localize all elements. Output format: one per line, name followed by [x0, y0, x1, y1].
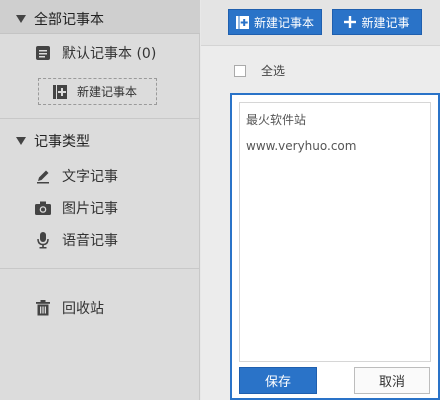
recycle-bin-label: 回收站 [62, 301, 104, 317]
collapse-triangle-icon [16, 15, 26, 23]
sidebar-item-voice-notes[interactable]: 语音记事 [34, 230, 118, 250]
new-note-button[interactable]: 新建记事 [332, 9, 422, 35]
all-notebooks-toggle[interactable]: 全部记事本 [16, 9, 104, 29]
plus-icon [344, 16, 357, 28]
note-line: www.veryhuo.com [246, 139, 357, 153]
voice-notes-label: 语音记事 [62, 233, 118, 249]
select-all-label: 全选 [261, 64, 286, 78]
sidebar-divider [0, 268, 200, 269]
note-types-label: 记事类型 [34, 134, 90, 150]
sidebar-item-image-notes[interactable]: 图片记事 [34, 198, 118, 218]
pencil-icon [34, 167, 52, 185]
note-line: 最火软件站 [246, 113, 307, 127]
note-types-toggle[interactable]: 记事类型 [16, 131, 90, 151]
all-notebooks-label: 全部记事本 [34, 12, 104, 28]
sidebar-item-recycle-bin[interactable]: 回收站 [34, 298, 104, 318]
new-notebook-button-label: 新建记事本 [253, 15, 314, 30]
default-notebook-label: 默认记事本 (0) [62, 46, 157, 62]
sidebar-divider [0, 118, 200, 119]
note-content-area[interactable]: 最火软件站 www.veryhuo.com [239, 102, 431, 362]
sidebar-item-text-notes[interactable]: 文字记事 [34, 166, 118, 186]
toolbar: 新建记事本 新建记事 [201, 0, 440, 46]
select-all-row: 全选 [234, 62, 285, 79]
camera-icon [34, 199, 52, 217]
new-note-button-label: 新建记事 [361, 15, 410, 30]
main-panel: 新建记事本 新建记事 全选 最火软件站 www.veryhuo.com 保存 取… [201, 0, 440, 400]
sidebar-item-default-notebook[interactable]: 默认记事本 (0) [34, 43, 156, 63]
trash-icon [34, 299, 52, 317]
new-notebook-sidebar-button[interactable]: 新建记事本 [38, 78, 157, 105]
new-notebook-button[interactable]: 新建记事本 [228, 9, 322, 35]
notebook-icon [34, 44, 52, 62]
collapse-triangle-icon [16, 137, 26, 145]
new-notebook-sidebar-label: 新建记事本 [77, 85, 138, 99]
microphone-icon [34, 231, 52, 249]
image-notes-label: 图片记事 [62, 201, 118, 217]
text-notes-label: 文字记事 [62, 169, 118, 185]
note-editor: 最火软件站 www.veryhuo.com 保存 取消 [230, 93, 440, 400]
cancel-button[interactable]: 取消 [354, 367, 430, 394]
new-notebook-icon [235, 15, 249, 29]
save-button[interactable]: 保存 [239, 367, 317, 394]
new-notebook-icon [53, 84, 67, 99]
select-all-checkbox[interactable] [234, 64, 246, 77]
sidebar: 全部记事本 默认记事本 (0) 新建记事本 记事类型 文字记事 图片记事 语音记 [0, 0, 200, 400]
